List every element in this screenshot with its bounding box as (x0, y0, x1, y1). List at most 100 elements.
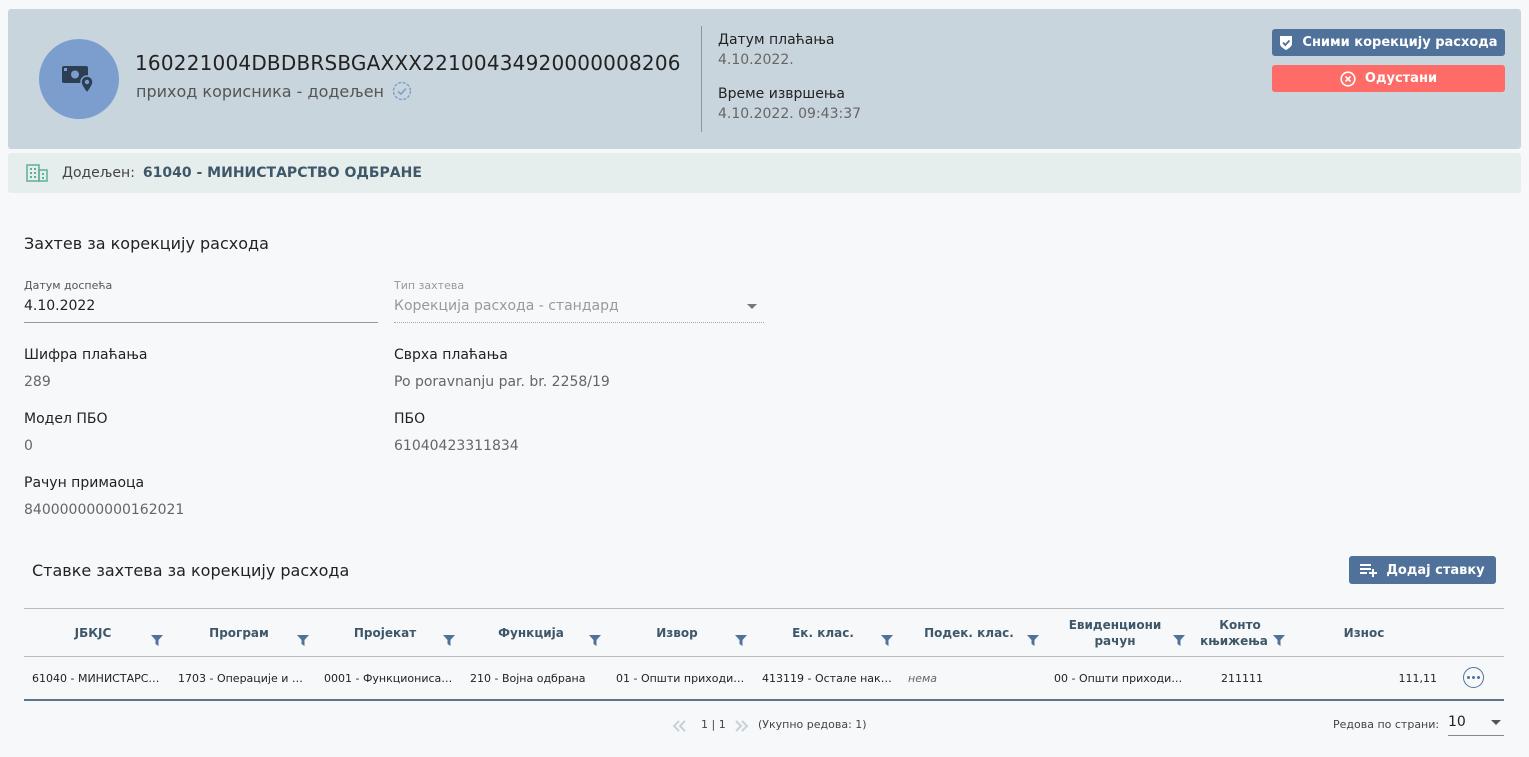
due-date-input[interactable]: 4.10.2022 (24, 298, 95, 314)
money-location-icon (62, 66, 94, 95)
account-label: Рачун примаоца (24, 475, 145, 491)
col-header-record-account-line2: рачун (1094, 633, 1136, 648)
filter-icon[interactable] (735, 635, 747, 646)
first-page-icon[interactable] (672, 720, 688, 732)
request-type-underline (394, 322, 764, 323)
account-value: 840000000000162021 (24, 502, 185, 518)
form-title: Захтев за корекцију расхода (24, 234, 269, 253)
add-item-label: Додај ставку (1386, 562, 1485, 578)
cell-record-account-text: 00 - Општи приходи буџета (1054, 671, 1184, 685)
cancel-label: Одустани (1364, 71, 1438, 86)
cell-source-text: 01 - Општи приходи и примања (616, 671, 746, 685)
pbo-value: 61040423311834 (394, 438, 519, 454)
chevron-down-icon (747, 304, 757, 309)
last-page-icon[interactable] (733, 720, 749, 732)
col-header-source[interactable]: Извор (608, 609, 746, 656)
assigned-label: Додељен: (62, 165, 135, 181)
document-header: 160221004DBDBRSBGAXXX2210043492000000820… (8, 9, 1521, 149)
filter-icon[interactable] (1273, 635, 1285, 646)
col-header-ek-class[interactable]: Ек. клас. (754, 609, 892, 656)
model-label: Модел ПБО (24, 411, 108, 427)
cell-subclass: нема (908, 657, 1038, 699)
payment-code-label: Шифра плаћања (24, 347, 148, 363)
cell-konto-text: 211111 (1221, 671, 1263, 685)
filter-icon[interactable] (297, 635, 309, 646)
due-date-label: Датум доспећа (24, 279, 113, 292)
exec-time-label: Време извршења (718, 86, 845, 102)
cell-record-account: 00 - Општи приходи буџета (1054, 657, 1184, 699)
cell-ek-class-text: 413119 - Остале накнаде (762, 671, 892, 685)
save-correction-label: Сними корекцију расхода (1302, 35, 1498, 50)
filter-icon[interactable] (589, 635, 601, 646)
model-value: 0 (24, 438, 33, 454)
payment-date-label: Датум плаћања (718, 32, 835, 48)
cancel-button[interactable]: Одустани (1272, 65, 1505, 92)
check-circle-icon (392, 81, 412, 101)
document-id: 160221004DBDBRSBGAXXX2210043492000000820… (135, 51, 681, 75)
col-header-konto-line2: књижења (1200, 633, 1268, 648)
add-item-button[interactable]: Додај ставку (1349, 556, 1496, 584)
chevron-down-icon (1491, 720, 1501, 725)
status-text: приход корисника - додељен (136, 81, 384, 101)
assigned-value: 61040 - МИНИСТАРСТВО ОДБРАНЕ (142, 165, 422, 181)
col-header-subclass[interactable]: Подек. клас. (900, 609, 1038, 656)
cell-amount-text: 111,11 (1398, 671, 1438, 685)
cell-function-text: 210 - Војна одбрана (470, 671, 586, 685)
assigned-bar: Додељен: 61040 - МИНИСТАРСТВО ОДБРАНЕ (8, 153, 1521, 193)
header-divider (701, 26, 702, 132)
page-indicator: 1 | 1 (701, 718, 726, 731)
col-header-jbkjs[interactable]: ЈБКЈС (24, 609, 162, 656)
page-size-label: Редова по страни: (1333, 718, 1440, 731)
table-bottom-border (24, 699, 1504, 701)
col-header-konto[interactable]: Конто књижења (1192, 609, 1288, 656)
col-header-amount[interactable]: Износ (1300, 609, 1428, 656)
due-date-underline (24, 322, 378, 323)
cell-project-text: 0001 - Функционисање (324, 671, 454, 685)
cell-project: 0001 - Функционисање (324, 657, 454, 699)
avatar (39, 39, 119, 119)
cell-program: 1703 - Операције и функционисање (178, 657, 308, 699)
dot (1477, 676, 1480, 679)
building-icon (26, 164, 48, 182)
row-actions-button[interactable] (1463, 667, 1484, 688)
purpose-label: Сврха плаћања (394, 347, 508, 363)
cell-function: 210 - Војна одбрана (470, 657, 600, 699)
filter-icon[interactable] (443, 635, 455, 646)
shield-check-icon (1280, 35, 1293, 50)
cell-jbkjs: 61040 - МИНИСТАРСТВО ОДБРАНЕ (32, 657, 162, 699)
cell-subclass-text: нема (908, 671, 937, 685)
save-correction-button[interactable]: Сними корекцију расхода (1272, 29, 1505, 56)
col-header-function[interactable]: Функција (462, 609, 600, 656)
col-header-record-account[interactable]: Евиденциони рачун (1046, 609, 1184, 656)
cell-konto: 211111 (1200, 657, 1284, 699)
filter-icon[interactable] (881, 635, 893, 646)
dot (1472, 676, 1475, 679)
dot (1467, 676, 1470, 679)
page-size-select[interactable]: 10 (1448, 714, 1504, 736)
payment-date-value: 4.10.2022. (718, 52, 794, 68)
exec-time-value: 4.10.2022. 09:43:37 (718, 106, 862, 122)
page-size-value: 10 (1448, 714, 1466, 730)
filter-icon[interactable] (151, 635, 163, 646)
cell-ek-class: 413119 - Остале накнаде (762, 657, 892, 699)
filter-icon[interactable] (1173, 635, 1185, 646)
pbo-label: ПБО (394, 411, 426, 427)
cell-amount: 111,11 (1300, 657, 1438, 699)
document-status: приход корисника - додељен (136, 81, 412, 101)
col-header-program[interactable]: Програм (170, 609, 308, 656)
filter-icon[interactable] (1027, 635, 1039, 646)
close-circle-icon (1340, 70, 1356, 87)
col-header-record-account-line1: Евиденциони (1068, 617, 1162, 632)
playlist-add-icon (1360, 564, 1378, 577)
items-title: Ставке захтева за корекцију расхода (32, 561, 350, 580)
col-header-konto-line1: Конто (1219, 617, 1261, 632)
payment-code-value: 289 (24, 374, 51, 390)
col-header-project[interactable]: Пројекат (316, 609, 454, 656)
purpose-value: Po poravnanju par. br. 2258/19 (394, 374, 610, 390)
cell-program-text: 1703 - Операције и функционисање (178, 671, 308, 685)
cell-jbkjs-text: 61040 - МИНИСТАРСТВО ОДБРАНЕ (32, 671, 162, 685)
request-type-label: Тип захтева (394, 279, 465, 292)
cell-source: 01 - Општи приходи и примања (616, 657, 746, 699)
request-type-select[interactable]: Корекција расхода - стандард (394, 298, 619, 314)
total-rows: (Укупно редова: 1) (758, 718, 867, 731)
